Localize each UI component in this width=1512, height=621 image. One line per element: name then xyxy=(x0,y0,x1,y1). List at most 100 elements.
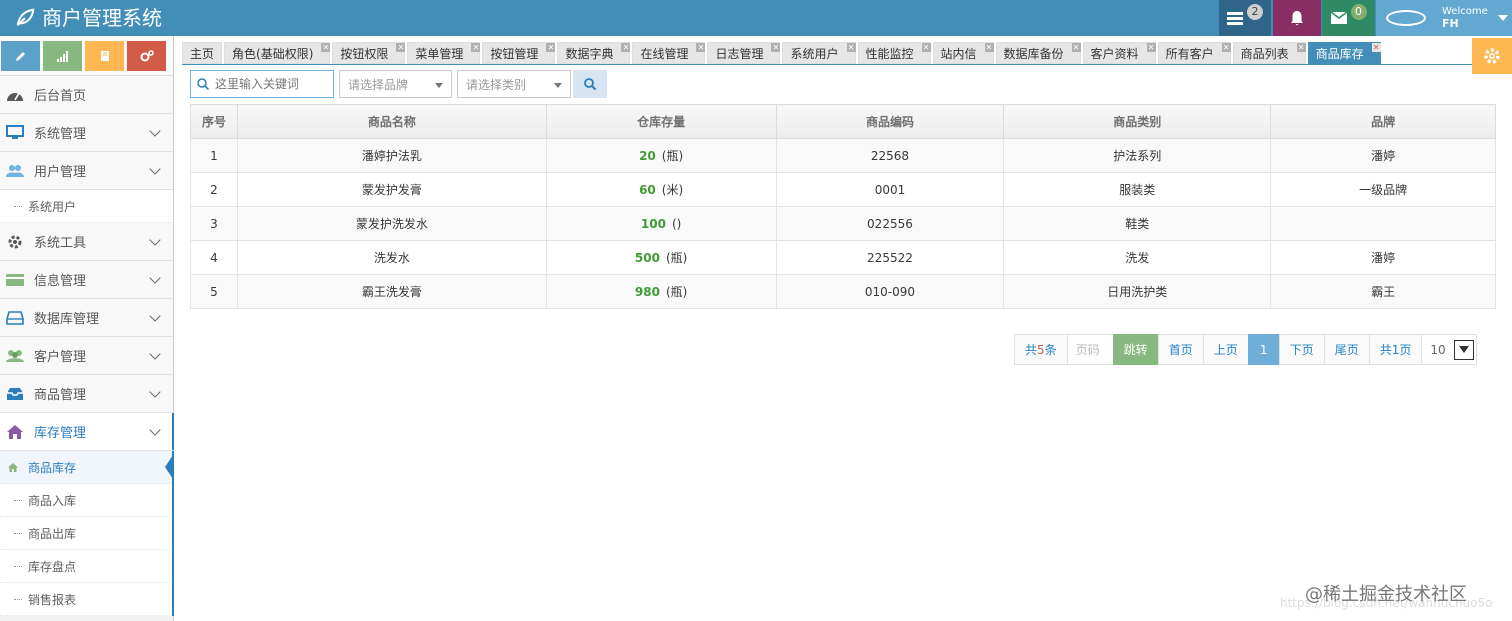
tab-customer-info[interactable]: 客户资料 ✕ xyxy=(1082,42,1156,64)
close-icon[interactable]: ✕ xyxy=(546,43,556,52)
close-icon[interactable]: ✕ xyxy=(921,43,931,52)
tab-button-management[interactable]: 按钮管理 ✕ xyxy=(482,42,556,64)
submenu-item-stock-out[interactable]: 商品出库 xyxy=(0,517,172,550)
close-icon[interactable]: ✕ xyxy=(771,43,781,52)
tab-performance[interactable]: 性能监控 ✕ xyxy=(857,42,931,64)
column-header[interactable]: 商品编码 xyxy=(775,104,1005,139)
cell-code: 010-090 xyxy=(775,274,1005,309)
current-page[interactable]: 1 xyxy=(1247,334,1280,365)
cell-qty: 20 (瓶) xyxy=(545,138,777,173)
brand-select[interactable]: 请选择品牌 xyxy=(339,70,452,98)
submenu-item-stock-in[interactable]: 商品入库 xyxy=(0,484,172,517)
submenu-item-stock-count[interactable]: 库存盘点 xyxy=(0,550,172,583)
sidebar-item-system[interactable]: 系统管理 xyxy=(0,114,173,152)
cell-brand: 霸王 xyxy=(1270,274,1496,309)
close-icon[interactable]: ✕ xyxy=(321,43,331,52)
messages-button[interactable]: 0 xyxy=(1322,0,1375,36)
user-menu[interactable]: Welcome FH xyxy=(1376,0,1512,36)
table-row[interactable]: 1 潘婷护法乳 20 (瓶) 22568 护法系列 潘婷 xyxy=(190,138,1496,173)
close-icon[interactable]: ✕ xyxy=(696,43,706,52)
welcome-text: Welcome xyxy=(1442,6,1488,17)
table-row[interactable]: 5 霸王洗发膏 980 (瓶) 010-090 日用洗护类 霸王 xyxy=(190,274,1496,309)
sidebar-item-label: 商品管理 xyxy=(34,388,87,403)
sidebar-item-inventory[interactable]: 库存管理 xyxy=(0,413,174,451)
qty-value: 500 xyxy=(634,251,660,265)
inbox-icon xyxy=(6,385,24,403)
last-page-button[interactable]: 尾页 xyxy=(1323,334,1370,365)
tab-inbox[interactable]: 站内信 ✕ xyxy=(932,42,994,64)
tab-label: 按钮管理 xyxy=(490,47,539,61)
cell-name: 霸王洗发膏 xyxy=(236,274,547,309)
page-number-input[interactable]: 页码 xyxy=(1066,334,1114,365)
search-button[interactable] xyxy=(573,70,607,98)
close-icon[interactable]: ✕ xyxy=(396,43,406,52)
chevron-down-icon xyxy=(149,423,161,436)
settings-button[interactable] xyxy=(1472,38,1512,74)
prev-page-button[interactable]: 上页 xyxy=(1202,334,1249,365)
dropdown-button[interactable] xyxy=(1453,339,1474,360)
group-icon xyxy=(6,347,24,365)
tab-product-stock[interactable]: 商品库存 ✕ xyxy=(1307,42,1381,64)
close-icon[interactable]: ✕ xyxy=(1221,43,1231,52)
tab-system-users[interactable]: 系统用户 ✕ xyxy=(782,42,856,64)
submenu-item-system-users[interactable]: 系统用户 xyxy=(0,190,173,223)
tab-product-list[interactable]: 商品列表 ✕ xyxy=(1232,42,1306,64)
tab-button-permissions[interactable]: 按钮权限 ✕ xyxy=(332,42,406,64)
search-field[interactable] xyxy=(190,70,334,98)
go-button[interactable]: 跳转 xyxy=(1112,334,1159,365)
category-select[interactable]: 请选择类别 xyxy=(457,70,571,98)
submenu-item-product-stock[interactable]: 商品库存 xyxy=(0,451,173,484)
tasks-button[interactable]: 2 xyxy=(1219,0,1271,36)
sidebar-item-customers[interactable]: 客户管理 xyxy=(0,337,173,375)
close-icon[interactable]: ✕ xyxy=(1071,43,1081,52)
column-header[interactable]: 序号 xyxy=(190,104,238,139)
shortcut-pencil-button[interactable] xyxy=(1,40,40,71)
column-header[interactable]: 仓库存量 xyxy=(545,104,777,139)
close-icon[interactable]: ✕ xyxy=(1371,43,1381,52)
tab-online[interactable]: 在线管理 ✕ xyxy=(632,42,706,64)
cell-no: 5 xyxy=(190,274,238,309)
submenu-item-sales-report[interactable]: 销售报表 xyxy=(0,583,172,616)
cell-brand: 潘婷 xyxy=(1270,240,1496,275)
sidebar-item-tools[interactable]: 系统工具 xyxy=(0,223,173,261)
next-page-button[interactable]: 下页 xyxy=(1278,334,1325,365)
close-icon[interactable]: ✕ xyxy=(471,43,481,52)
close-icon[interactable]: ✕ xyxy=(984,43,994,52)
shortcut-book-button[interactable] xyxy=(85,40,124,71)
tab-home[interactable]: 主页 xyxy=(182,42,223,64)
sidebar-item-products[interactable]: 商品管理 xyxy=(0,375,173,413)
shortcut-cogs-button[interactable] xyxy=(127,40,166,71)
tab-logs[interactable]: 日志管理 ✕ xyxy=(707,42,781,64)
tab-all-customers[interactable]: 所有客户 ✕ xyxy=(1157,42,1231,64)
close-icon[interactable]: ✕ xyxy=(1296,43,1306,52)
column-header[interactable]: 品牌 xyxy=(1270,104,1496,139)
table-row[interactable]: 2 蒙发护发膏 60 (米) 0001 服装类 一级品牌 xyxy=(190,172,1496,207)
close-icon[interactable]: ✕ xyxy=(846,43,856,52)
brand[interactable]: 商户管理系统 xyxy=(14,0,162,36)
notifications-button[interactable] xyxy=(1273,0,1321,36)
tab-dictionary[interactable]: 数据字典 ✕ xyxy=(557,42,631,64)
close-icon[interactable]: ✕ xyxy=(621,43,631,52)
tab-roles[interactable]: 角色(基础权限) ✕ xyxy=(224,42,331,64)
column-header[interactable]: 商品名称 xyxy=(236,104,547,139)
close-icon[interactable]: ✕ xyxy=(1146,43,1156,52)
tab-menu-management[interactable]: 菜单管理 ✕ xyxy=(407,42,481,64)
cell-code: 022556 xyxy=(775,206,1005,241)
first-page-button[interactable]: 首页 xyxy=(1157,334,1204,365)
column-header[interactable]: 商品类别 xyxy=(1003,104,1272,139)
table-row[interactable]: 3 蒙发护洗发水 100 () 022556 鞋类 xyxy=(190,206,1496,241)
search-input[interactable] xyxy=(215,77,325,91)
cell-no: 4 xyxy=(190,240,238,275)
home-icon xyxy=(6,423,24,441)
sidebar-item-info[interactable]: 信息管理 xyxy=(0,261,173,299)
desktop-icon xyxy=(6,124,24,142)
chevron-down-icon xyxy=(149,271,161,284)
page-size-select[interactable]: 10 xyxy=(1421,334,1477,365)
table-row[interactable]: 4 洗发水 500 (瓶) 225522 洗发 潘婷 xyxy=(190,240,1496,275)
sidebar-item-database[interactable]: 数据库管理 xyxy=(0,299,173,337)
sidebar-item-dashboard[interactable]: 后台首页 xyxy=(0,76,173,114)
shortcut-signal-button[interactable] xyxy=(43,40,82,71)
sidebar-item-users[interactable]: 用户管理 xyxy=(0,152,173,190)
tab-db-backup[interactable]: 数据库备份 ✕ xyxy=(995,42,1081,64)
tab-label: 菜单管理 xyxy=(415,47,464,61)
